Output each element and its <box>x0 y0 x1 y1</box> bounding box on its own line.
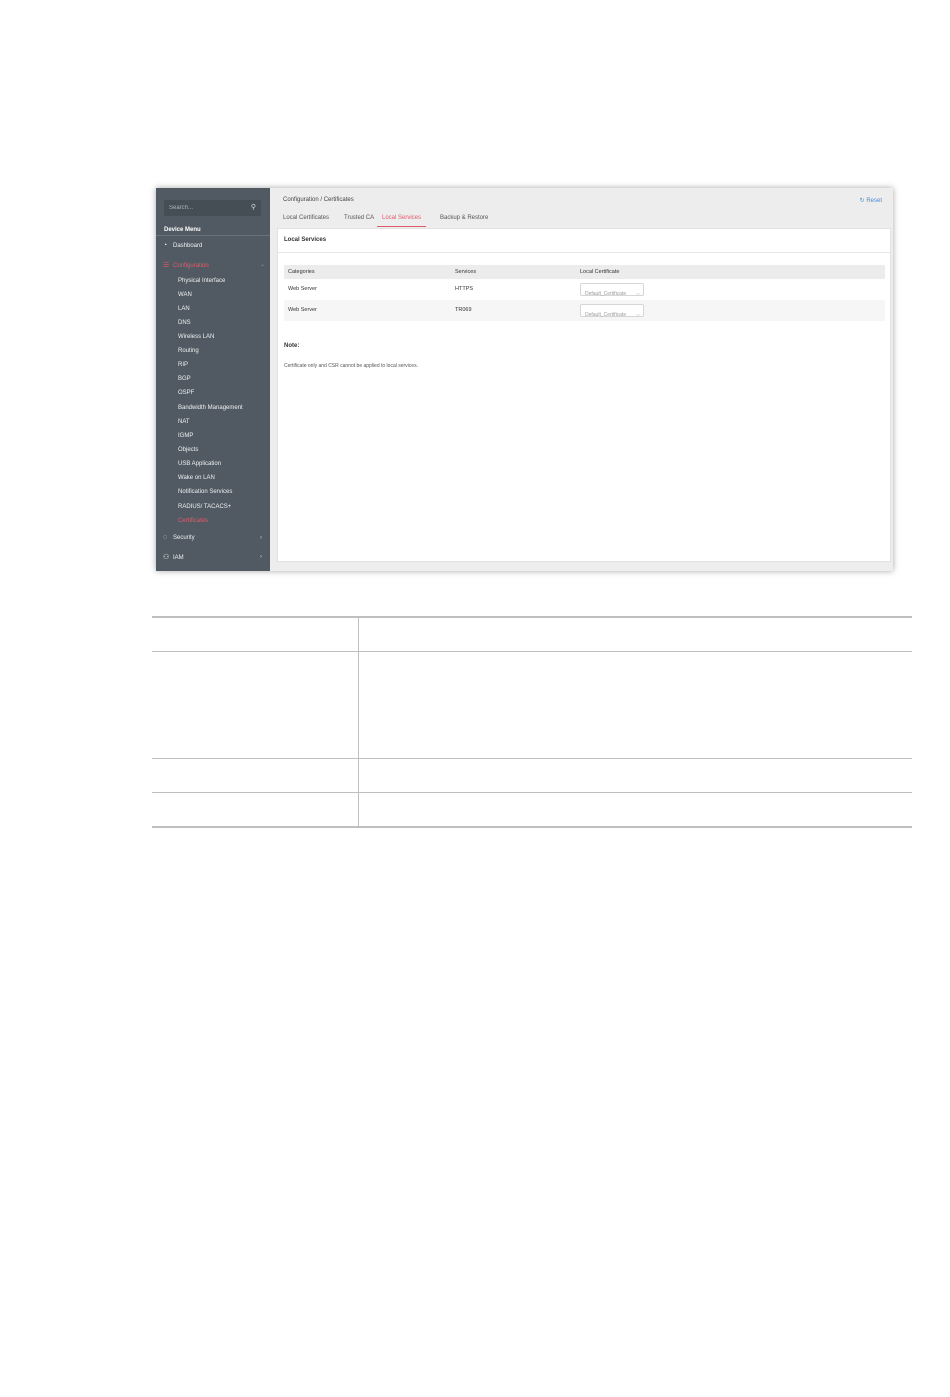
device-menu-title: Device Menu <box>164 227 201 233</box>
search-box: ⚲ <box>164 200 261 216</box>
sidebar-item-igmp[interactable]: IGMP <box>178 433 193 439</box>
tab-backup-restore[interactable]: Backup & Restore <box>440 215 488 227</box>
cell-service: HTTPS <box>455 286 474 292</box>
sidebar-item-routing[interactable]: Routing <box>178 348 199 354</box>
sidebar-item-wake-on-lan[interactable]: Wake on LAN <box>178 475 215 481</box>
select-value: Default_Certificate <box>585 312 627 318</box>
chevron-right-icon[interactable]: › <box>260 554 262 560</box>
search-icon[interactable]: ⚲ <box>251 200 256 216</box>
tab-trusted-ca[interactable]: Trusted CA <box>344 215 374 227</box>
chevron-down-icon: ⌵ <box>636 312 640 318</box>
panel-divider <box>278 252 890 253</box>
main-content: Configuration / Certificates ↻ Reset Loc… <box>270 188 893 571</box>
sidebar-item-physical-interface[interactable]: Physical Interface <box>178 278 225 284</box>
chevron-up-icon[interactable]: ⌄ <box>260 261 265 268</box>
sidebar-item-security[interactable]: ◌ Security <box>163 534 195 541</box>
sidebar-item-dashboard[interactable]: ◔ Dashboard <box>163 242 202 249</box>
tab-local-certificates[interactable]: Local Certificates <box>283 215 329 227</box>
reset-icon: ↻ <box>859 198 865 204</box>
sidebar-item-dns[interactable]: DNS <box>178 320 191 326</box>
search-input[interactable] <box>169 205 249 211</box>
column-header-local-certificate: Local Certificate <box>580 269 620 275</box>
table-header: Categories Services Local Certificate <box>284 265 885 279</box>
dashboard-icon: ◔ <box>163 242 168 249</box>
sidebar-item-radius-tacacs[interactable]: RADIUS/ TACACS+ <box>178 504 231 510</box>
sidebar-item-iam[interactable]: ⚇ IAM <box>163 553 184 561</box>
table-row-divider <box>152 792 912 793</box>
sidebar-item-configuration[interactable]: ☰ Configuration <box>163 261 209 269</box>
sidebar-item-lan[interactable]: LAN <box>178 306 190 312</box>
table-row: Web Server TR069 Default_Certificate ⌵ <box>284 300 885 321</box>
note-text: Certificate only and CSR cannot be appli… <box>284 363 418 369</box>
certificate-select[interactable]: Default_Certificate ⌵ <box>580 304 644 318</box>
sidebar-item-notification-services[interactable]: Notification Services <box>178 489 232 495</box>
reset-label: Reset <box>866 198 882 204</box>
column-header-services: Services <box>455 269 477 275</box>
sidebar-item-label: Security <box>173 535 195 541</box>
table-row-divider <box>152 758 912 759</box>
user-icon: ⚇ <box>163 554 170 561</box>
reset-button[interactable]: ↻ Reset <box>860 197 882 204</box>
sidebar-item-label: IAM <box>173 555 184 561</box>
sidebar-item-certificates[interactable]: Certificates <box>178 518 208 524</box>
sidebar-item-usb-application[interactable]: USB Application <box>178 461 221 467</box>
cell-category: Web Server <box>288 307 317 313</box>
sidebar: ⚲ Device Menu ◔Dashboard ☰Configuration … <box>156 188 270 571</box>
sidebar-item-nat[interactable]: NAT <box>178 419 190 425</box>
note-title: Note: <box>284 343 300 349</box>
cell-category: Web Server <box>288 286 317 292</box>
sidebar-item-bandwidth-management[interactable]: Bandwidth Management <box>178 405 243 411</box>
sidebar-item-bgp[interactable]: BGP <box>178 376 191 382</box>
menu-divider <box>156 235 270 236</box>
shield-icon: ◌ <box>163 534 168 541</box>
sidebar-item-wireless-lan[interactable]: Wireless LAN <box>178 334 214 340</box>
table-top-border <box>152 616 912 618</box>
sidebar-item-label: Dashboard <box>173 243 203 249</box>
local-services-panel: Local Services Categories Services Local… <box>277 228 891 562</box>
certificate-select[interactable]: Default_Certificate ⌵ <box>580 283 644 297</box>
services-table: Categories Services Local Certificate We… <box>284 265 885 321</box>
table-bottom-border <box>152 826 912 828</box>
description-table <box>152 616 912 828</box>
breadcrumb: Configuration / Certificates <box>283 197 354 203</box>
table-header-divider <box>152 651 912 652</box>
cell-service: TR069 <box>455 307 472 313</box>
panel-title: Local Services <box>284 237 327 243</box>
tab-local-services[interactable]: Local Services <box>377 215 427 227</box>
table-column-divider <box>358 616 359 828</box>
configuration-icon: ☰ <box>163 262 170 269</box>
sidebar-item-ospf[interactable]: OSPF <box>178 390 194 396</box>
column-header-categories: Categories <box>288 269 315 275</box>
screenshot-frame: ⚲ Device Menu ◔ Dashboard ☰ Configuration … <box>156 188 893 571</box>
sidebar-item-objects[interactable]: Objects <box>178 447 198 453</box>
chevron-right-icon[interactable]: › <box>260 535 262 541</box>
sidebar-item-rip[interactable]: RIP <box>178 362 188 368</box>
table-row: Web Server HTTPS Default_Certificate ⌵ <box>284 279 885 300</box>
sidebar-item-label: Configuration <box>173 263 209 269</box>
sidebar-item-wan[interactable]: WAN <box>178 292 192 298</box>
